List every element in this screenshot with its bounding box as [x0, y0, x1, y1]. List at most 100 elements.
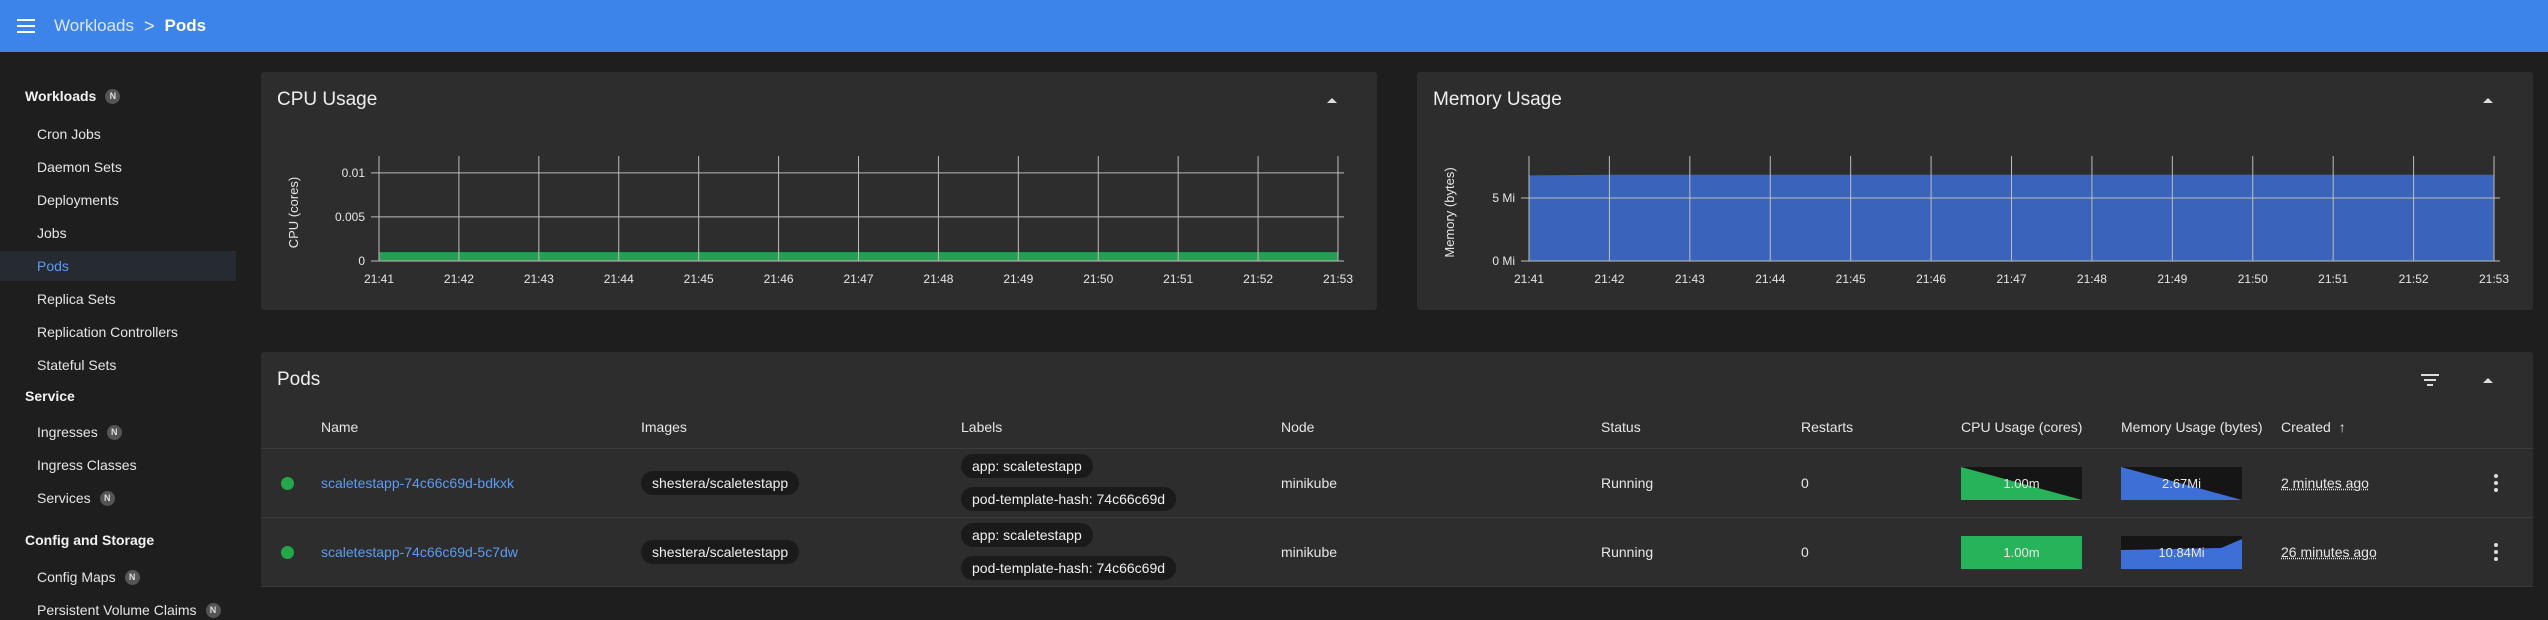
- pod-name-link[interactable]: scaletestapp-74c66c69d-5c7dw: [321, 544, 518, 560]
- label-chip: pod-template-hash: 74c66c69d: [961, 487, 1177, 511]
- sidebar-item-stateful-sets[interactable]: Stateful Sets: [0, 350, 236, 380]
- y-tick-label: 0: [358, 254, 365, 268]
- sidebar-item-services[interactable]: Services N: [0, 483, 236, 513]
- node-value: minikube: [1281, 544, 1338, 560]
- x-tick-label: 21:42: [444, 272, 474, 286]
- sidebar-section-label: Service: [25, 388, 75, 404]
- y-tick-label: 5 Mi: [1492, 191, 1515, 205]
- sidebar-item-daemon-sets[interactable]: Daemon Sets: [0, 152, 236, 182]
- y-tick-label: 0.005: [335, 210, 365, 224]
- label-chip: pod-template-hash: 74c66c69d: [961, 556, 1177, 580]
- sidebar-section-label: Workloads: [25, 88, 97, 104]
- x-tick-label: 21:52: [2399, 272, 2429, 286]
- column-header-created[interactable]: Created ↑: [2281, 419, 2346, 435]
- x-tick-label: 21:53: [2479, 272, 2509, 286]
- column-header-restarts[interactable]: Restarts: [1801, 419, 1853, 435]
- breadcrumb: Workloads > Pods: [54, 16, 206, 37]
- namespaced-badge: N: [124, 569, 140, 585]
- x-tick-label: 21:49: [1003, 272, 1033, 286]
- y-axis-label: Memory (bytes): [1442, 167, 1457, 257]
- x-tick-label: 21:46: [764, 272, 794, 286]
- label-chip: app: scaletestapp: [961, 454, 1093, 478]
- cpu-value: 1.00m: [2003, 545, 2040, 560]
- x-tick-label: 21:46: [1916, 272, 1946, 286]
- label-chip: app: scaletestapp: [961, 523, 1093, 547]
- sidebar-item-label: Replica Sets: [37, 291, 116, 307]
- card-title: Pods: [277, 369, 321, 390]
- sidebar-item-replication-controllers[interactable]: Replication Controllers: [0, 317, 236, 347]
- sidebar-item-label: Ingresses: [37, 424, 98, 440]
- x-tick-label: 21:43: [1675, 272, 1705, 286]
- column-header-node[interactable]: Node: [1281, 419, 1314, 435]
- x-tick-label: 21:49: [2157, 272, 2187, 286]
- cpu-value: 1.00m: [2003, 476, 2040, 491]
- pods-card: Pods Name Images Labels Node Status Rest…: [261, 352, 2533, 587]
- sidebar-section-workloads[interactable]: Workloads N: [25, 88, 121, 104]
- sidebar-item-label: Services: [37, 490, 91, 506]
- cpu-sparkline: 1.00m: [1961, 467, 2082, 500]
- y-tick-label: 0.01: [342, 166, 366, 180]
- more-vert-icon[interactable]: [2484, 540, 2508, 564]
- restarts-value: 0: [1801, 544, 1809, 560]
- image-chip: shestera/scaletestapp: [641, 540, 800, 564]
- sidebar-item-cron-jobs[interactable]: Cron Jobs: [0, 119, 236, 149]
- column-header-cpu: CPU Usage (cores): [1961, 419, 2083, 435]
- y-tick-label: 0 Mi: [1492, 254, 1515, 268]
- more-vert-icon[interactable]: [2484, 471, 2508, 495]
- sidebar-item-pods[interactable]: Pods: [0, 251, 236, 281]
- x-tick-label: 21:52: [1243, 272, 1273, 286]
- breadcrumb-workloads[interactable]: Workloads: [54, 16, 134, 36]
- sidebar-item-label: Replication Controllers: [37, 324, 178, 340]
- sidebar-item-deployments[interactable]: Deployments: [0, 185, 236, 215]
- x-tick-label: 21:51: [2318, 272, 2348, 286]
- x-tick-label: 21:47: [843, 272, 873, 286]
- sidebar-section-label: Config and Storage: [25, 532, 155, 548]
- sidebar-item-label: Persistent Volume Claims: [37, 602, 197, 618]
- memory-sparkline: 10.84Mi: [2121, 536, 2242, 569]
- sidebar-item-label: Pods: [37, 258, 69, 274]
- created-value[interactable]: 26 minutes ago: [2281, 544, 2377, 560]
- x-tick-label: 21:43: [524, 272, 554, 286]
- sidebar-item-config-maps[interactable]: Config Maps N: [0, 562, 236, 592]
- page-title: Pods: [164, 16, 207, 35]
- y-axis-label: CPU (cores): [286, 177, 301, 249]
- x-tick-label: 21:42: [1594, 272, 1624, 286]
- sidebar-item-ingresses[interactable]: Ingresses N: [0, 417, 236, 447]
- divider: [261, 586, 2533, 587]
- sidebar-item-ingress-classes[interactable]: Ingress Classes: [0, 450, 236, 480]
- node-value: minikube: [1281, 475, 1338, 491]
- memory-usage-card: Memory Usage 21:41 21:42 21:43 21:44 21:45 21…: [1417, 72, 2533, 310]
- status-running-icon: [281, 477, 294, 490]
- sidebar-section-config-storage[interactable]: Config and Storage: [25, 532, 154, 548]
- x-tick-label: 21:48: [923, 272, 953, 286]
- status-running-icon: [281, 546, 294, 559]
- column-header-status[interactable]: Status: [1601, 419, 1641, 435]
- x-tick-label: 21:50: [1083, 272, 1113, 286]
- chevron-right-icon: >: [144, 15, 155, 36]
- column-header-created-label: Created: [2281, 419, 2331, 435]
- column-header-memory: Memory Usage (bytes): [2121, 419, 2263, 435]
- sidebar-item-persistent-volume-claims[interactable]: Persistent Volume Claims N: [0, 595, 236, 620]
- sidebar-section-service[interactable]: Service: [25, 388, 75, 404]
- column-header-name[interactable]: Name: [321, 419, 358, 435]
- x-tick-label: 21:45: [684, 272, 714, 286]
- sidebar-item-label: Cron Jobs: [37, 126, 101, 142]
- created-value[interactable]: 2 minutes ago: [2281, 475, 2369, 491]
- cpu-usage-chart: 21:41 21:42 21:43 21:44 21:45 21:46 21:47 21:48…: [286, 156, 1353, 286]
- column-header-images: Images: [641, 419, 687, 435]
- sidebar-item-label: Deployments: [37, 192, 119, 208]
- sort-ascending-icon: ↑: [2338, 419, 2346, 435]
- collapse-icon[interactable]: [2476, 368, 2500, 392]
- pod-name-link[interactable]: scaletestapp-74c66c69d-bdkxk: [321, 475, 514, 491]
- table-row: scaletestapp-74c66c69d-bdkxk shestera/sc…: [261, 449, 2533, 517]
- image-chip: shestera/scaletestapp: [641, 471, 800, 495]
- x-tick-label: 21:41: [1514, 272, 1544, 286]
- memory-value: 10.84Mi: [2158, 545, 2205, 560]
- sidebar-item-label: Config Maps: [37, 569, 116, 585]
- menu-icon[interactable]: [14, 14, 38, 38]
- sidebar-item-replica-sets[interactable]: Replica Sets: [0, 284, 236, 314]
- status-value: Running: [1601, 475, 1654, 491]
- filter-icon[interactable]: [2420, 373, 2440, 387]
- cpu-sparkline: 1.00m: [1961, 536, 2082, 569]
- sidebar-item-jobs[interactable]: Jobs: [0, 218, 236, 248]
